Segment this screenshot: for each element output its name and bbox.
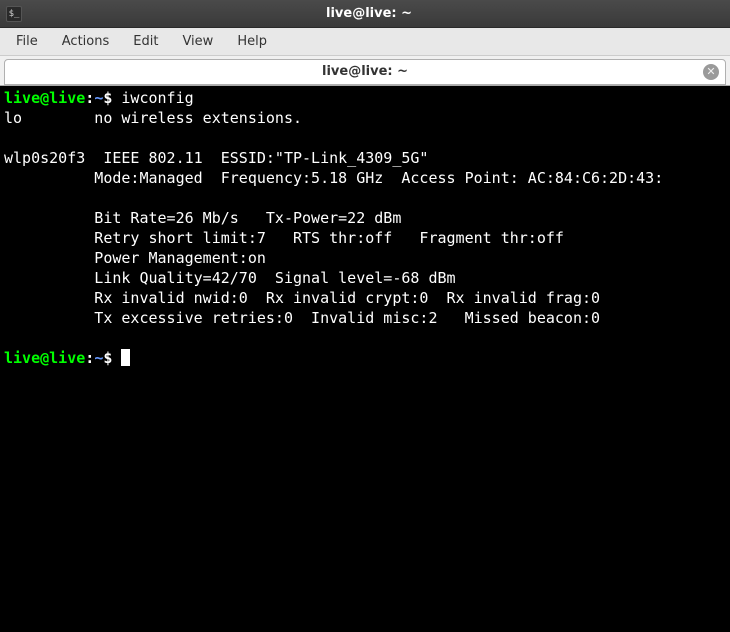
window-title: live@live: ~ xyxy=(30,6,708,21)
terminal-app-icon: $_ xyxy=(6,6,22,22)
output-line: Retry short limit:7 RTS thr:off Fragment… xyxy=(4,229,564,247)
menu-edit[interactable]: Edit xyxy=(121,30,170,53)
output-line: Power Management:on xyxy=(4,249,266,267)
prompt-user: live@live xyxy=(4,349,85,367)
prompt-sep: : xyxy=(85,89,94,107)
tab-label: live@live: ~ xyxy=(322,64,408,79)
prompt-sep: : xyxy=(85,349,94,367)
output-line: lo no wireless extensions. xyxy=(4,109,302,127)
tab-terminal-1[interactable]: live@live: ~ ✕ xyxy=(4,59,726,85)
output-line: Rx invalid nwid:0 Rx invalid crypt:0 Rx … xyxy=(4,289,600,307)
output-line: Bit Rate=26 Mb/s Tx-Power=22 dBm xyxy=(4,209,401,227)
menu-view[interactable]: View xyxy=(170,30,225,53)
prompt-path: ~ xyxy=(94,349,103,367)
output-line: Tx excessive retries:0 Invalid misc:2 Mi… xyxy=(4,309,600,327)
menu-file[interactable]: File xyxy=(4,30,50,53)
close-icon[interactable]: ✕ xyxy=(703,64,719,80)
window-titlebar: $_ live@live: ~ xyxy=(0,0,730,28)
output-line: Link Quality=42/70 Signal level=-68 dBm xyxy=(4,269,456,287)
menubar: File Actions Edit View Help xyxy=(0,28,730,56)
prompt-dollar: $ xyxy=(103,89,121,107)
output-line: Mode:Managed Frequency:5.18 GHz Access P… xyxy=(4,169,663,187)
prompt-dollar: $ xyxy=(103,349,121,367)
prompt-user: live@live xyxy=(4,89,85,107)
cursor-block xyxy=(121,349,130,366)
command-text: iwconfig xyxy=(121,89,193,107)
prompt-path: ~ xyxy=(94,89,103,107)
output-line: wlp0s20f3 IEEE 802.11 ESSID:"TP-Link_430… xyxy=(4,149,428,167)
menu-help[interactable]: Help xyxy=(225,30,279,53)
tabbar: live@live: ~ ✕ xyxy=(0,56,730,86)
terminal-viewport[interactable]: live@live:~$ iwconfig lo no wireless ext… xyxy=(0,86,730,632)
menu-actions[interactable]: Actions xyxy=(50,30,122,53)
